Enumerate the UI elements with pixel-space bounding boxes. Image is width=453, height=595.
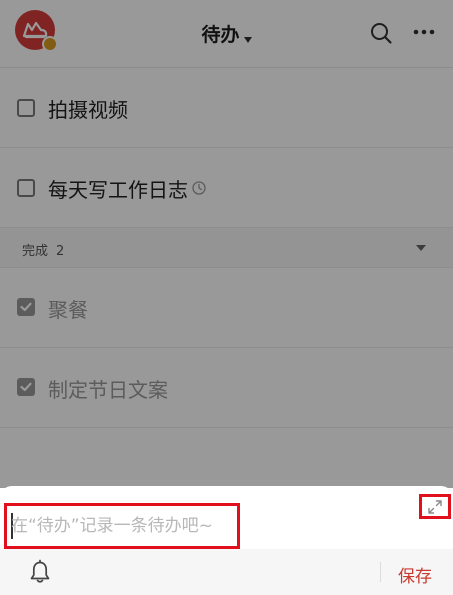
- todo-input-wrapper: [4, 503, 240, 549]
- todo-app: 待办 拍摄视频 每天写工作日志 完成 2 聚餐 制定节日文案 在“待办”记录一条…: [0, 0, 453, 595]
- save-button[interactable]: 保存: [398, 562, 432, 587]
- todo-input[interactable]: [11, 510, 233, 542]
- toolbar-divider: [380, 562, 381, 582]
- bell-icon[interactable]: [27, 559, 53, 585]
- dim-overlay[interactable]: [0, 0, 453, 488]
- expand-icon: [428, 500, 442, 514]
- new-todo-sheet: 保存: [0, 486, 453, 595]
- composer-toolbar: 保存: [0, 549, 453, 595]
- expand-button[interactable]: [419, 494, 451, 519]
